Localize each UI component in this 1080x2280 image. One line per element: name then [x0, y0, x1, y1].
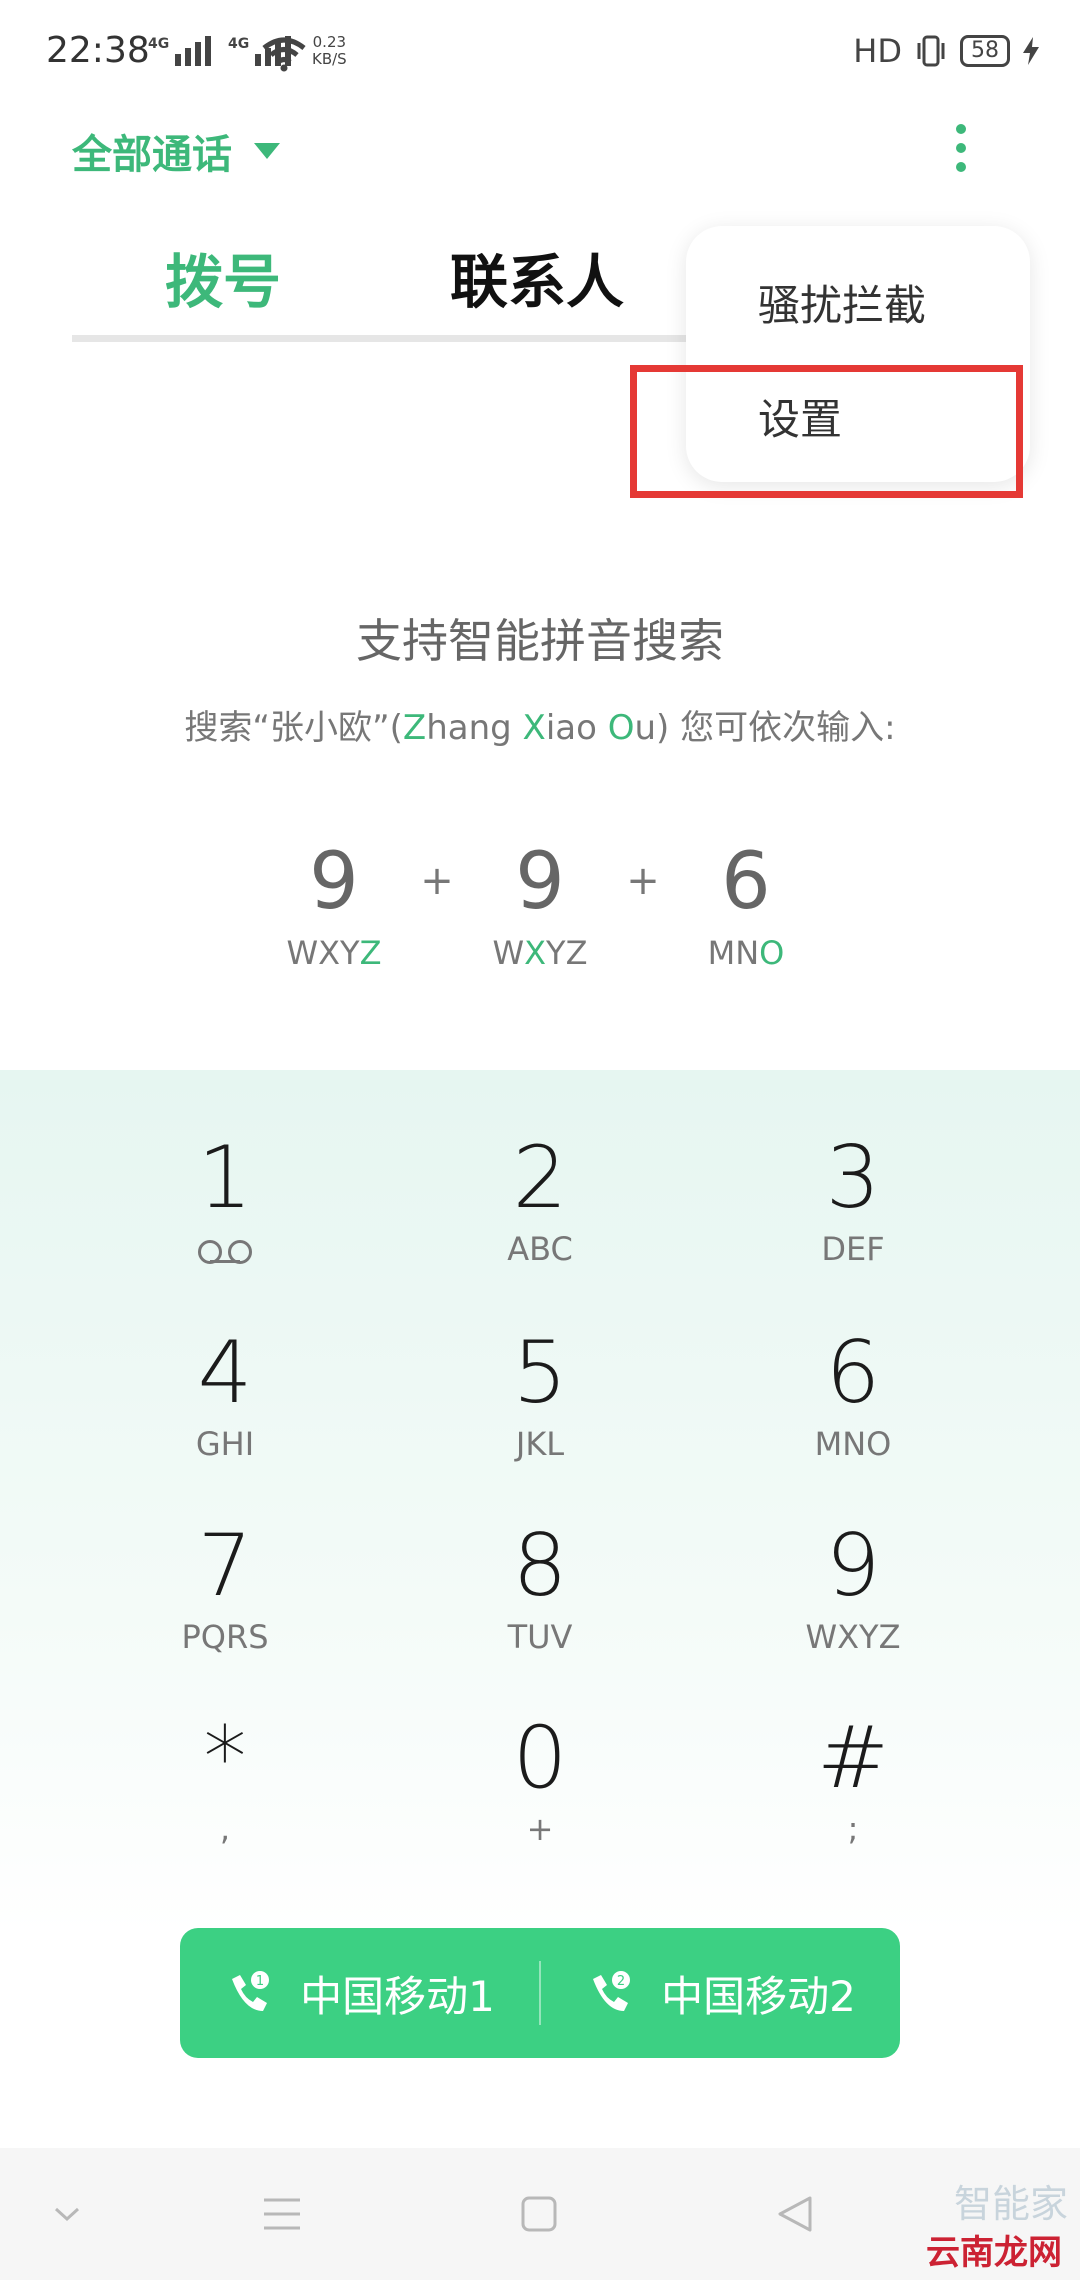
key-8[interactable]: 8 TUV	[380, 1518, 700, 1698]
menu-item-harassment-block[interactable]: 骚扰拦截	[758, 272, 926, 333]
key-4[interactable]: 4 GHI	[65, 1325, 385, 1505]
call-sim2-label: 中国移动2	[661, 1971, 856, 2021]
menu-icon[interactable]	[262, 2197, 302, 2231]
wifi-icon	[262, 37, 306, 72]
watermark: 云南龙网	[926, 2233, 1062, 2273]
signal-icon-sim1: 4G	[148, 36, 212, 66]
hint-subtitle: 搜索“张小欧”(Zhang Xiao Ou) 您可依次输入:	[184, 708, 896, 748]
tab-contacts[interactable]: 联系人	[450, 235, 624, 319]
key-1[interactable]: 1	[65, 1130, 385, 1310]
tab-indicator-line	[72, 335, 692, 342]
key-7[interactable]: 7 PQRS	[65, 1518, 385, 1698]
triangle-down-icon	[254, 143, 280, 159]
example-sequence: 9 WXYZ + 9 WXYZ + 6 MNO	[0, 840, 1080, 972]
call-button-bar: 1 中国移动1 2 中国移动2	[180, 1928, 900, 2058]
call-filter-dropdown[interactable]: 全部通话	[72, 122, 280, 180]
hd-icon: HD	[853, 32, 902, 70]
home-square-icon[interactable]	[520, 2195, 558, 2233]
status-right: HD 58	[853, 32, 1040, 70]
charging-icon	[1023, 37, 1039, 65]
example-key: 6 MNO	[707, 837, 785, 972]
plus-sign: +	[626, 858, 660, 904]
call-sim1-label: 中国移动1	[300, 1971, 495, 2021]
key-star[interactable]: *,	[65, 1710, 385, 1890]
key-9[interactable]: 9 WXYZ	[693, 1518, 1013, 1698]
network-speed: 0.23 KB/S	[312, 33, 347, 68]
key-5[interactable]: 5 JKL	[380, 1325, 700, 1505]
vibrate-icon	[917, 35, 945, 67]
key-2[interactable]: 2 ABC	[380, 1130, 700, 1310]
key-6[interactable]: 6 MNO	[693, 1325, 1013, 1505]
status-time: 22:38	[46, 30, 150, 71]
voicemail-icon	[198, 1240, 252, 1264]
call-sim1-button[interactable]: 1 中国移动1	[180, 1928, 539, 2058]
phone-sim2-icon: 2	[593, 1971, 631, 2011]
phone-sim1-icon: 1	[232, 1971, 270, 2011]
more-vert-icon[interactable]	[956, 124, 970, 172]
navigation-bar: 智能家 云南龙网	[0, 2148, 1080, 2280]
example-key: 9 WXYZ	[492, 837, 588, 972]
battery-icon: 58	[960, 35, 1010, 67]
svg-text:1: 1	[256, 1974, 264, 1989]
hint-title: 支持智能拼音搜索	[356, 614, 724, 668]
call-filter-label: 全部通话	[72, 132, 232, 178]
highlight-box	[630, 365, 1023, 498]
example-key: 9 WXYZ	[286, 837, 382, 972]
plus-sign: +	[420, 858, 454, 904]
svg-text:2: 2	[617, 1974, 625, 1989]
key-0[interactable]: 0 +	[380, 1710, 700, 1890]
watermark-faint: 智能家	[953, 2182, 1068, 2226]
back-triangle-icon[interactable]	[776, 2194, 814, 2234]
key-3[interactable]: 3 DEF	[693, 1130, 1013, 1310]
tab-dial[interactable]: 拨号	[165, 235, 281, 319]
chevron-down-icon[interactable]	[52, 2204, 82, 2224]
call-sim2-button[interactable]: 2 中国移动2	[541, 1928, 900, 2058]
key-hash[interactable]: #;	[693, 1710, 1013, 1890]
